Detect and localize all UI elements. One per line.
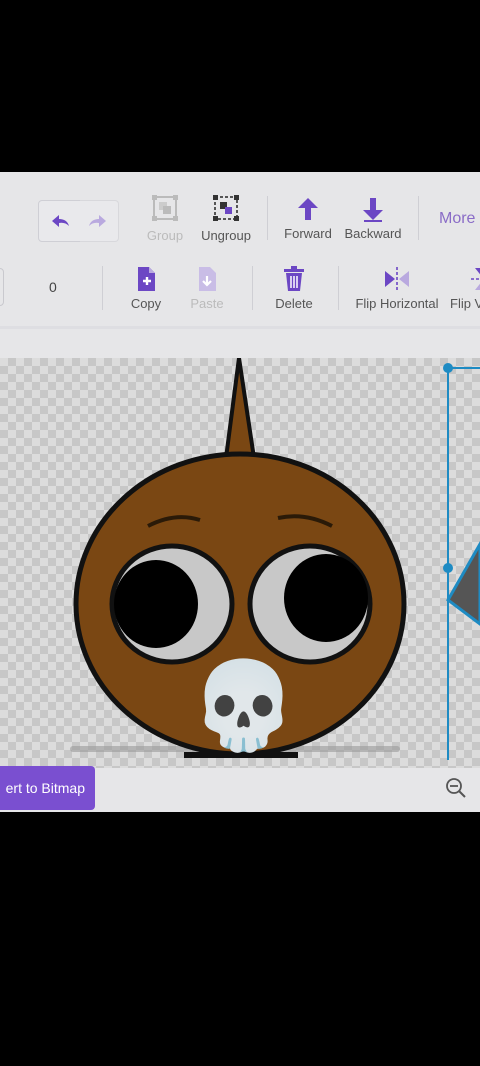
backward-button[interactable]: Backward: [342, 196, 404, 241]
flip-vertical-label: Flip V: [450, 296, 480, 311]
top-toolbar: Group Ungroup Forward Backward More: [0, 172, 480, 256]
paste-label: Paste: [190, 296, 224, 311]
copy-button[interactable]: Copy: [126, 266, 166, 311]
flip-vertical-button[interactable]: Flip V: [450, 266, 480, 311]
undo-button[interactable]: [38, 200, 82, 242]
redo-button[interactable]: [80, 200, 119, 242]
zoom-out-icon[interactable]: [444, 776, 468, 800]
flip-horizontal-label: Flip Horizontal: [355, 296, 439, 311]
delete-button[interactable]: Delete: [272, 266, 316, 311]
ungroup-button[interactable]: Ungroup: [200, 194, 252, 243]
toolbar-divider: [267, 196, 268, 240]
forward-button[interactable]: Forward: [282, 196, 334, 241]
redo-icon: [89, 215, 106, 227]
copy-icon: [138, 267, 155, 291]
ungroup-label: Ungroup: [201, 228, 251, 243]
number-input-edge[interactable]: [0, 268, 4, 306]
delete-label: Delete: [275, 296, 313, 311]
more-button[interactable]: More: [439, 210, 475, 228]
backward-label: Backward: [344, 226, 402, 241]
toolbar-divider-horizontal: [0, 326, 480, 329]
paste-icon: [199, 267, 216, 291]
selection-handle[interactable]: [443, 363, 453, 373]
convert-to-bitmap-button[interactable]: ert to Bitmap: [0, 766, 95, 810]
forward-label: Forward: [284, 226, 332, 241]
group-button[interactable]: Group: [142, 194, 188, 243]
bottom-bar: ert to Bitmap: [0, 766, 480, 812]
selection-box[interactable]: [443, 363, 480, 760]
undo-icon: [52, 215, 69, 227]
flip-horizontal-icon: [385, 267, 409, 291]
ungroup-icon: [213, 195, 239, 221]
backward-arrow-icon: [363, 198, 383, 222]
secondary-toolbar: 0 Copy Paste Delete Flip Horizontal Flip…: [0, 256, 480, 326]
toolbar-divider: [102, 266, 103, 310]
group-label: Group: [146, 228, 184, 243]
paste-button[interactable]: Paste: [186, 266, 228, 311]
flip-vertical-icon: [471, 268, 480, 290]
toolbar-divider: [252, 266, 253, 310]
toolbar-divider: [418, 196, 419, 240]
number-value: 0: [49, 279, 57, 295]
forward-arrow-icon: [298, 198, 318, 220]
group-icon: [152, 195, 178, 221]
trash-icon: [284, 266, 304, 291]
flip-horizontal-button[interactable]: Flip Horizontal: [354, 266, 440, 311]
skull-emoji-overlay: 💀: [190, 658, 298, 754]
copy-label: Copy: [130, 296, 162, 311]
toolbar-divider: [338, 266, 339, 310]
selection-handle[interactable]: [443, 563, 453, 573]
